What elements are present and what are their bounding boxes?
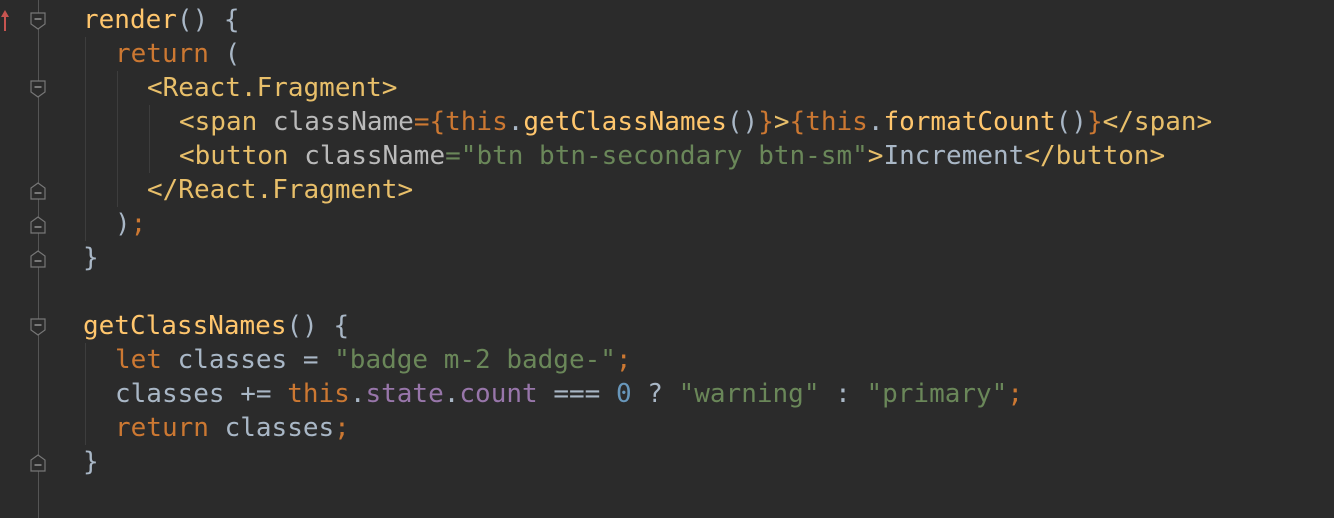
code-token: btn btn-secondary btn-sm [476,141,853,171]
code-token: count [459,379,538,409]
code-token: let [115,345,162,375]
code-token: </button> [1024,141,1166,171]
code-token: "warning" [678,379,820,409]
code-token: " [852,141,868,171]
code-line[interactable]: return ( [115,37,240,71]
code-token: } [83,447,99,477]
indent-guide [85,37,86,241]
code-line[interactable]: } [83,241,99,275]
code-token: : [819,379,867,409]
code-token: classes += [115,379,288,409]
code-token: ? [631,379,679,409]
code-line[interactable]: classes += this.state.count === 0 ? "war… [115,377,1023,411]
code-token: Increment [883,141,1025,171]
code-token: this [805,107,868,137]
code-line[interactable]: <span className={this.getClassNames()}>{… [179,105,1212,139]
code-token: formatCount [883,107,1056,137]
code-token: classes = [161,345,335,375]
fold-close-icon[interactable] [30,454,46,472]
code-line[interactable]: return classes; [115,411,350,445]
code-token: 0 [615,379,632,409]
code-token: getClassNames [83,311,287,341]
code-token: } [1086,107,1103,137]
code-token: <button [179,141,305,171]
indent-guide [85,343,86,445]
code-token: ={ [413,107,446,137]
code-line[interactable]: render() { [83,3,240,37]
code-line[interactable]: } [83,445,99,479]
code-token: <React.Fragment> [147,73,398,103]
code-line[interactable]: getClassNames() { [83,309,349,343]
code-token: state [365,379,444,409]
code-token: return [115,39,209,69]
code-token: . [443,379,460,409]
code-token: () { [176,5,240,35]
code-token: { [789,107,806,137]
code-token: } [758,107,774,137]
code-editor[interactable]: render() { return ( <React.Fragment> <sp… [0,0,1334,518]
code-token: "primary" [866,379,1008,409]
code-token: . [349,379,366,409]
code-token: === [537,379,616,409]
code-token: > [773,107,790,137]
editor-gutter [0,0,60,518]
code-line[interactable]: ); [115,207,146,241]
code-token: getClassNames [523,107,727,137]
code-line[interactable]: </React.Fragment> [147,173,413,207]
fold-open-icon[interactable] [30,12,46,30]
code-token: ; [1007,379,1023,409]
code-token: () [726,107,759,137]
code-token: =" [445,141,477,171]
code-token: className [304,141,446,171]
fold-open-icon[interactable] [30,318,46,336]
code-token: this [445,107,508,137]
code-token: ) [115,209,131,239]
indent-guide [149,105,150,173]
code-token: render [83,5,177,35]
code-line[interactable]: <button className="btn btn-secondary btn… [179,139,1165,173]
fold-close-icon[interactable] [30,182,46,200]
code-token: classes [208,413,335,443]
code-token: </React.Fragment> [147,175,414,205]
code-token: . [507,107,524,137]
code-token: > [867,141,884,171]
code-token: ; [615,345,632,375]
code-token: . [867,107,884,137]
code-token: () [1055,107,1087,137]
code-token: className [272,107,414,137]
code-token: "badge m-2 badge-" [334,345,616,375]
indent-guide [117,71,118,207]
code-token: <span [179,107,273,137]
fold-close-icon[interactable] [30,250,46,268]
code-token: </span> [1102,107,1213,137]
fold-open-icon[interactable] [30,80,46,98]
code-token: ; [130,209,147,239]
code-token: this [287,379,350,409]
code-token: ; [334,413,350,443]
code-token: } [83,243,99,273]
fold-close-icon[interactable] [30,216,46,234]
override-arrow-icon[interactable] [0,8,10,31]
code-token: return [115,413,209,443]
code-line[interactable]: let classes = "badge m-2 badge-"; [115,343,632,377]
code-line[interactable]: <React.Fragment> [147,71,397,105]
code-token: ( [208,39,241,69]
code-token: () { [286,311,350,341]
